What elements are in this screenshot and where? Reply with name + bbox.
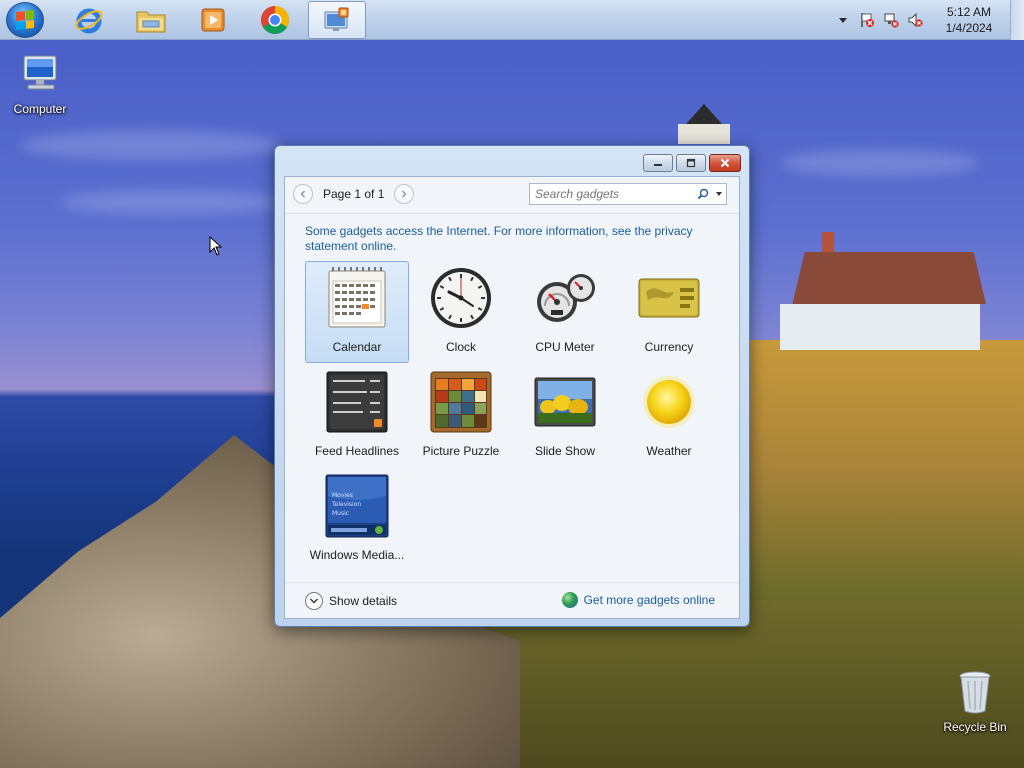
- lighthouse: [678, 104, 730, 144]
- gadget-feed-headlines[interactable]: Feed Headlines: [305, 365, 409, 467]
- taskbar-app-gadgets[interactable]: [308, 1, 366, 39]
- chrome-icon: [261, 6, 289, 34]
- cpu-meter-icon: [533, 266, 597, 330]
- desktop-icon-label: Recycle Bin: [943, 720, 1007, 734]
- next-page-button[interactable]: [394, 184, 415, 204]
- media-menu-movies: Movies: [332, 492, 353, 499]
- gadget-label: Windows Media...: [309, 548, 405, 562]
- gadget-gallery-window: Page 1 of 1 Some gadgets access the Inte…: [274, 145, 750, 627]
- previous-page-button[interactable]: [293, 184, 313, 204]
- restore-icon: [686, 158, 696, 168]
- gadget-label: Feed Headlines: [314, 444, 400, 458]
- folder-icon: [136, 11, 166, 33]
- ie-icon: [75, 8, 103, 34]
- gallery-content: Page 1 of 1 Some gadgets access the Inte…: [284, 176, 740, 619]
- gadgets-icon: [324, 7, 349, 31]
- search-input[interactable]: [530, 184, 694, 204]
- volume-muted-icon[interactable]: [906, 11, 924, 29]
- chevron-down-icon: [305, 592, 323, 610]
- taskbar: 5:12 AM 1/4/2024: [0, 0, 1024, 40]
- gadget-cpu-meter[interactable]: CPU Meter: [513, 261, 617, 363]
- toolbar-divider: [285, 213, 739, 214]
- action-center-icon[interactable]: [858, 11, 876, 29]
- system-tray: 5:12 AM 1/4/2024: [828, 0, 1024, 40]
- clock-date: 1/4/2024: [945, 21, 993, 35]
- computer-icon: [16, 50, 64, 98]
- gadget-label: CPU Meter: [535, 340, 595, 354]
- chevron-down-icon: [716, 192, 722, 196]
- gadget-grid: Calendar Clock CPU Meter Currency Feed H…: [305, 261, 725, 573]
- gadget-label: Currency: [644, 340, 694, 354]
- search-box: [529, 183, 727, 205]
- footer-divider: [285, 582, 739, 583]
- globe-icon: [561, 592, 578, 608]
- show-hidden-icons-button[interactable]: [834, 11, 852, 29]
- taskbar-clock[interactable]: 5:12 AM 1/4/2024: [934, 4, 1004, 36]
- search-dropdown-button[interactable]: [712, 184, 726, 204]
- media-player-icon: [201, 8, 225, 32]
- page-label: Page 1 of 1: [323, 187, 385, 201]
- minimize-icon: [654, 164, 662, 166]
- gadget-windows-media-center[interactable]: Movies Television Music Windows Media...: [305, 469, 409, 571]
- show-details-label: Show details: [329, 594, 398, 608]
- minimize-button[interactable]: [643, 154, 673, 172]
- media-menu-television: Television: [331, 501, 361, 508]
- gadget-currency[interactable]: Currency: [617, 261, 721, 363]
- feed-headlines-icon: [325, 370, 389, 434]
- pager: Page 1 of 1: [293, 183, 415, 205]
- windows-media-icon: Movies Television Music: [325, 474, 389, 538]
- mouse-cursor-icon: [209, 236, 223, 256]
- chevron-right-icon: [402, 190, 407, 198]
- search-icon[interactable]: [694, 184, 712, 204]
- windows-logo-icon: [16, 10, 34, 30]
- gadget-label: Slide Show: [534, 444, 596, 458]
- gallery-toolbar: Page 1 of 1: [285, 177, 739, 211]
- desktop-icon-label: Computer: [13, 102, 67, 116]
- media-menu-music: Music: [332, 510, 349, 517]
- gadget-picture-puzzle[interactable]: Picture Puzzle: [409, 365, 513, 467]
- start-button[interactable]: [6, 2, 44, 38]
- taskbar-app-media-player[interactable]: [184, 1, 242, 39]
- gadget-label: Weather: [646, 444, 692, 458]
- recycle-bin-icon: [951, 668, 999, 716]
- close-icon: [720, 158, 730, 168]
- picture-puzzle-icon: [429, 370, 493, 434]
- clock-time: 5:12 AM: [946, 5, 992, 19]
- privacy-notice-link[interactable]: Some gadgets access the Internet. For mo…: [305, 224, 715, 254]
- calendar-icon: [325, 266, 389, 330]
- network-icon[interactable]: [882, 11, 900, 29]
- show-details-button[interactable]: Show details: [305, 592, 397, 610]
- close-button[interactable]: [709, 154, 741, 172]
- clock-icon: [429, 266, 493, 330]
- slide-show-icon: [533, 370, 597, 434]
- restore-button[interactable]: [676, 154, 706, 172]
- gadget-label: Clock: [445, 340, 476, 354]
- weather-icon: [637, 370, 701, 434]
- show-desktop-button[interactable]: [1010, 0, 1024, 40]
- taskbar-app-internet-explorer[interactable]: [60, 1, 118, 39]
- gadget-calendar[interactable]: Calendar: [305, 261, 409, 363]
- taskbar-app-chrome[interactable]: [246, 1, 304, 39]
- chevron-left-icon: [300, 190, 305, 198]
- taskbar-app-file-explorer[interactable]: [122, 1, 180, 39]
- gadget-slide-show[interactable]: Slide Show: [513, 365, 617, 467]
- desktop-icon-computer[interactable]: Computer: [2, 50, 78, 116]
- triangle-up-icon: [839, 18, 847, 23]
- get-more-gadgets-label: Get more gadgets online: [583, 593, 715, 607]
- window-controls: [640, 154, 741, 172]
- gadget-clock[interactable]: Clock: [409, 261, 513, 363]
- gadget-label: Picture Puzzle: [422, 444, 500, 458]
- house: [780, 232, 986, 352]
- gadget-label: Calendar: [332, 340, 382, 354]
- get-more-gadgets-link[interactable]: Get more gadgets online: [561, 592, 715, 608]
- desktop-icon-recycle-bin[interactable]: Recycle Bin: [937, 668, 1013, 734]
- currency-icon: [637, 266, 701, 330]
- gadget-weather[interactable]: Weather: [617, 365, 721, 467]
